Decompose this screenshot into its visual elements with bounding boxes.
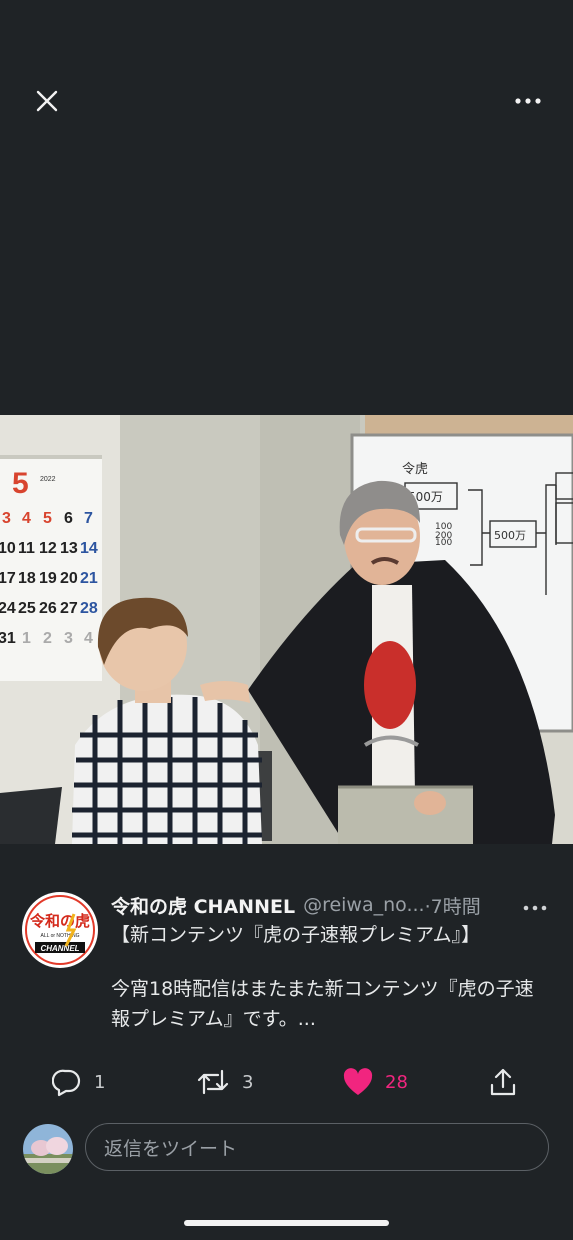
reply-button[interactable]: 1	[52, 1062, 105, 1102]
svg-text:CHANNEL: CHANNEL	[40, 944, 79, 953]
calendar-day: 21	[80, 570, 98, 587]
reply-placeholder: 返信をツイート	[104, 1137, 238, 1160]
calendar-day: 17	[0, 570, 16, 587]
svg-text:ALL or NOTHING: ALL or NOTHING	[41, 933, 80, 939]
calendar-day: 14	[80, 540, 98, 557]
calendar-day: 1	[22, 630, 31, 647]
tweet-more-button[interactable]	[523, 897, 547, 913]
calendar-day: 31	[0, 630, 16, 647]
close-icon	[36, 90, 58, 112]
calendar-day: 10	[0, 540, 16, 557]
reiwa-no-tora-logo: 令和の虎 ALL or NOTHING CHANNEL	[23, 893, 97, 967]
retweet-button[interactable]: 3	[196, 1062, 253, 1102]
more-options-button[interactable]	[511, 88, 545, 114]
profile-photo	[23, 1124, 73, 1174]
author-avatar[interactable]: 令和の虎 ALL or NOTHING CHANNEL	[22, 892, 98, 968]
calendar-day: 5	[43, 510, 52, 527]
calendar-day: 13	[60, 540, 78, 557]
retweet-count: 3	[242, 1071, 254, 1093]
calendar-day: 2	[43, 630, 52, 647]
more-horizontal-icon	[523, 905, 547, 911]
calendar-day: 3	[2, 510, 11, 527]
calendar-day: 26	[39, 600, 57, 617]
svg-text:100: 100	[435, 538, 452, 548]
share-icon	[490, 1068, 516, 1096]
calendar-day: 18	[18, 570, 36, 587]
calendar-day: 20	[60, 570, 78, 587]
photo-illustration: 5 2022 3 4 5 6 710 11 12 13 1417 18 19 20 2124 25 26 27…	[0, 415, 573, 844]
display-name[interactable]: 令和の虎 CHANNEL	[111, 892, 295, 919]
reply-bar: 返信をツイート	[0, 1122, 573, 1174]
calendar-year: 2022	[40, 476, 56, 483]
calendar-day: 28	[80, 600, 98, 617]
tweet-header: 令和の虎 CHANNEL @reiwa_no... ·7時間	[111, 890, 551, 920]
calendar-month: 5	[12, 467, 29, 500]
tweet-photo[interactable]: 5 2022 3 4 5 6 7 10 11 12 13 14 17 18 19 20 21 24 25 26 27…	[0, 415, 573, 844]
tweet-title: 【新コンテンツ『虎の子速報プレミアム』】	[111, 924, 481, 946]
calendar-day: 25	[18, 600, 36, 617]
heart-icon	[343, 1068, 373, 1095]
calendar-day: 27	[60, 600, 78, 617]
svg-text:100: 100	[435, 522, 452, 532]
calendar-day: 4	[22, 510, 31, 527]
reply-input[interactable]: 返信をツイート	[85, 1123, 549, 1171]
home-indicator	[184, 1220, 389, 1226]
tweet-time[interactable]: ·7時間	[425, 892, 481, 919]
retweet-icon	[197, 1069, 229, 1095]
tweet-actions: 1 3 28	[0, 1062, 573, 1102]
close-button[interactable]	[30, 84, 64, 118]
svg-text:500万: 500万	[494, 529, 526, 542]
more-horizontal-icon	[515, 98, 541, 104]
wall-calendar: 5 2022 3 4 5 6 710 11 12 13 1417 18 19 20 2124 25 26 27…	[0, 455, 102, 681]
media-viewer-topbar	[0, 0, 573, 200]
reply-count: 1	[94, 1071, 106, 1093]
calendar-day: 7	[84, 510, 93, 527]
tweet-text[interactable]: 今宵18時配信はまたまた新コンテンツ『虎の子速報プレミアム』です。...	[111, 974, 551, 1034]
calendar-day: 12	[39, 540, 57, 557]
calendar-day: 3	[64, 630, 73, 647]
my-avatar[interactable]	[23, 1124, 73, 1174]
like-button[interactable]: 28	[343, 1062, 408, 1102]
svg-text:令虎: 令虎	[402, 462, 428, 477]
calendar-day: 19	[39, 570, 57, 587]
reply-icon	[52, 1069, 81, 1097]
svg-text:令和の虎: 令和の虎	[30, 912, 90, 930]
like-count: 28	[385, 1071, 408, 1093]
calendar-day: 11	[18, 540, 35, 557]
calendar-day: 4	[84, 630, 93, 647]
calendar-day: 6	[64, 510, 73, 527]
user-handle[interactable]: @reiwa_no...	[303, 894, 425, 916]
share-button[interactable]	[488, 1062, 518, 1102]
calendar-day: 24	[0, 600, 16, 617]
